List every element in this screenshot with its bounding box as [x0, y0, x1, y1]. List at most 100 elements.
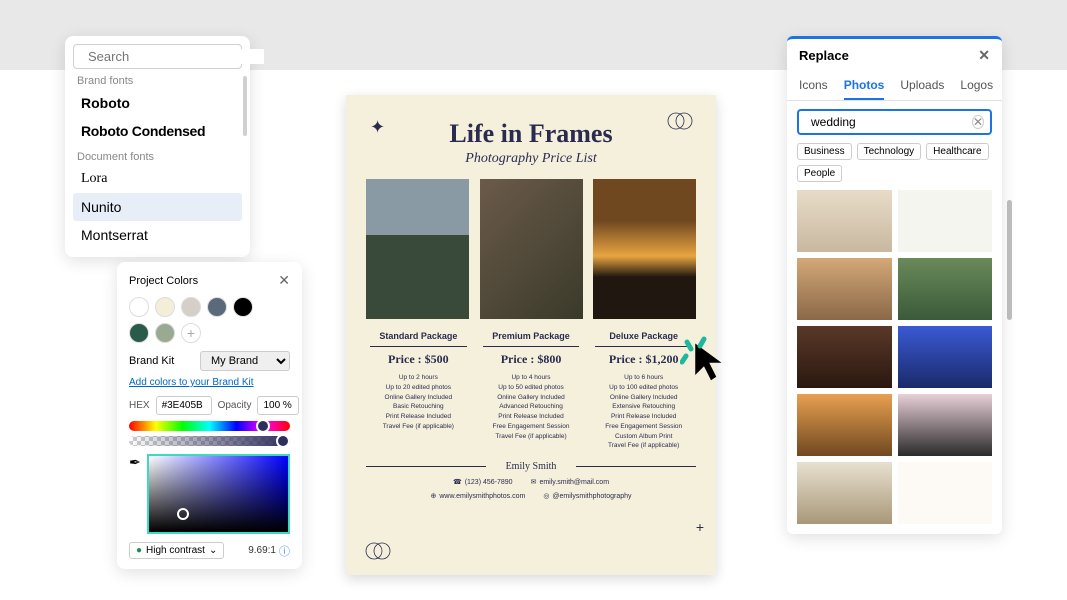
- swatch-row-2: +: [129, 323, 290, 343]
- contrast-chip[interactable]: ● High contrast ⌄: [129, 542, 224, 559]
- opacity-slider[interactable]: [129, 436, 290, 446]
- replace-search[interactable]: ✕: [797, 109, 992, 135]
- brand-fonts-label: Brand fonts: [73, 69, 242, 89]
- pkg-name: Premium Package: [479, 331, 584, 341]
- image-result[interactable]: [797, 462, 892, 524]
- photo-deluxe[interactable]: [593, 179, 696, 319]
- package-premium[interactable]: Premium Package Price : $800 Up to 4 hou…: [479, 331, 584, 451]
- add-brand-colors-link[interactable]: Add colors to your Brand Kit: [129, 377, 290, 388]
- scrollbar[interactable]: [1007, 200, 1012, 320]
- pkg-features: Up to 6 hours Up to 100 edited photos On…: [591, 373, 696, 451]
- replace-panel: Replace ✕ Icons Photos Uploads Logos ✕ B…: [787, 36, 1002, 534]
- pkg-features: Up to 2 hours Up to 20 edited photos Onl…: [366, 373, 471, 432]
- hue-slider[interactable]: [129, 421, 290, 431]
- replace-search-input[interactable]: [811, 115, 966, 129]
- hex-input[interactable]: [156, 396, 212, 415]
- image-result[interactable]: [898, 394, 993, 456]
- check-icon: ●: [136, 545, 142, 556]
- chip-technology[interactable]: Technology: [857, 143, 922, 160]
- tab-logos[interactable]: Logos: [960, 72, 993, 100]
- pkg-price: Price : $800: [479, 352, 584, 367]
- globe-icon: ⊕: [430, 492, 436, 500]
- eyedropper-icon[interactable]: ✒: [129, 454, 141, 471]
- font-montserrat[interactable]: Montserrat: [73, 221, 242, 249]
- font-picker-panel: Brand fonts Roboto Roboto Condensed Docu…: [65, 36, 250, 257]
- plus-icon: +: [696, 519, 704, 535]
- tab-photos[interactable]: Photos: [844, 72, 885, 100]
- email-icon: ✉: [531, 478, 537, 486]
- tab-icons[interactable]: Icons: [799, 72, 828, 100]
- color-panel: Project Colors ✕ + Brand Kit My Brand Ad…: [117, 262, 302, 569]
- instagram-icon: ◎: [543, 492, 549, 500]
- close-icon[interactable]: ✕: [278, 272, 290, 289]
- image-result[interactable]: [797, 326, 892, 388]
- contact-website: www.emilysmithphotos.com: [439, 493, 525, 500]
- swatch-row-1: [129, 297, 290, 317]
- package-standard[interactable]: Standard Package Price : $500 Up to 2 ho…: [366, 331, 471, 451]
- opacity-label: Opacity: [218, 400, 252, 411]
- image-result[interactable]: [898, 462, 993, 524]
- font-search-input[interactable]: [88, 49, 264, 64]
- color-panel-title: Project Colors: [129, 275, 198, 287]
- add-swatch-button[interactable]: +: [181, 323, 201, 343]
- document-title[interactable]: Life in Frames: [366, 119, 696, 149]
- font-nunito[interactable]: Nunito: [73, 193, 242, 221]
- divider: [595, 346, 692, 347]
- saturation-picker[interactable]: [147, 454, 290, 534]
- contact-instagram: @emilysmithphotography: [552, 493, 631, 500]
- brand-kit-select[interactable]: My Brand: [200, 351, 290, 371]
- pkg-name: Standard Package: [366, 331, 471, 341]
- chip-healthcare[interactable]: Healthcare: [926, 143, 988, 160]
- swatch-sage[interactable]: [155, 323, 175, 343]
- phone-icon: ☎: [453, 478, 462, 486]
- opacity-handle[interactable]: [276, 434, 290, 448]
- swatch-slate[interactable]: [207, 297, 227, 317]
- image-result[interactable]: [797, 258, 892, 320]
- circles-icon: [666, 111, 694, 131]
- font-search[interactable]: [73, 44, 242, 69]
- chip-people[interactable]: People: [797, 165, 842, 182]
- cursor-indicator: [690, 340, 732, 387]
- font-lora[interactable]: Lora: [73, 165, 242, 193]
- hue-handle[interactable]: [256, 419, 270, 433]
- close-icon[interactable]: ✕: [978, 47, 990, 64]
- chip-business[interactable]: Business: [797, 143, 852, 160]
- image-result[interactable]: [797, 190, 892, 252]
- saturation-handle[interactable]: [177, 508, 189, 520]
- packages-row: Standard Package Price : $500 Up to 2 ho…: [366, 331, 696, 451]
- swatch-beige[interactable]: [181, 297, 201, 317]
- photo-premium[interactable]: [480, 179, 583, 319]
- opacity-input[interactable]: [257, 396, 299, 415]
- chevron-down-icon: ⌄: [209, 545, 217, 556]
- info-icon[interactable]: ⓘ: [279, 543, 290, 559]
- tab-uploads[interactable]: Uploads: [900, 72, 944, 100]
- font-roboto[interactable]: Roboto: [73, 89, 242, 117]
- image-grid: [787, 190, 1002, 534]
- brand-kit-label: Brand Kit: [129, 355, 174, 367]
- circles-icon: [364, 541, 392, 561]
- swatch-black[interactable]: [233, 297, 253, 317]
- divider: [483, 346, 580, 347]
- document-fonts-label: Document fonts: [73, 145, 242, 165]
- contrast-score: 9.69:1: [248, 545, 276, 556]
- contrast-label: High contrast: [146, 545, 205, 556]
- image-result[interactable]: [898, 258, 993, 320]
- swatch-teal[interactable]: [129, 323, 149, 343]
- swatch-cream[interactable]: [155, 297, 175, 317]
- contact-email: emily.smith@mail.com: [539, 479, 609, 486]
- photo-standard[interactable]: [366, 179, 469, 319]
- document-subtitle[interactable]: Photography Price List: [366, 151, 696, 167]
- image-result[interactable]: [797, 394, 892, 456]
- font-roboto-condensed[interactable]: Roboto Condensed: [73, 117, 242, 145]
- footer-name[interactable]: Emily Smith: [494, 461, 569, 472]
- image-result[interactable]: [898, 190, 993, 252]
- sparkle-icon: ✦: [370, 117, 385, 138]
- clear-search-icon[interactable]: ✕: [972, 115, 984, 129]
- pkg-features: Up to 4 hours Up to 50 edited photos Onl…: [479, 373, 584, 441]
- image-result[interactable]: [898, 326, 993, 388]
- divider: [370, 346, 467, 347]
- burst-icon: [680, 336, 710, 366]
- scrollbar[interactable]: [243, 76, 247, 136]
- document-canvas[interactable]: ✦ Life in Frames Photography Price List …: [346, 95, 716, 575]
- swatch-white[interactable]: [129, 297, 149, 317]
